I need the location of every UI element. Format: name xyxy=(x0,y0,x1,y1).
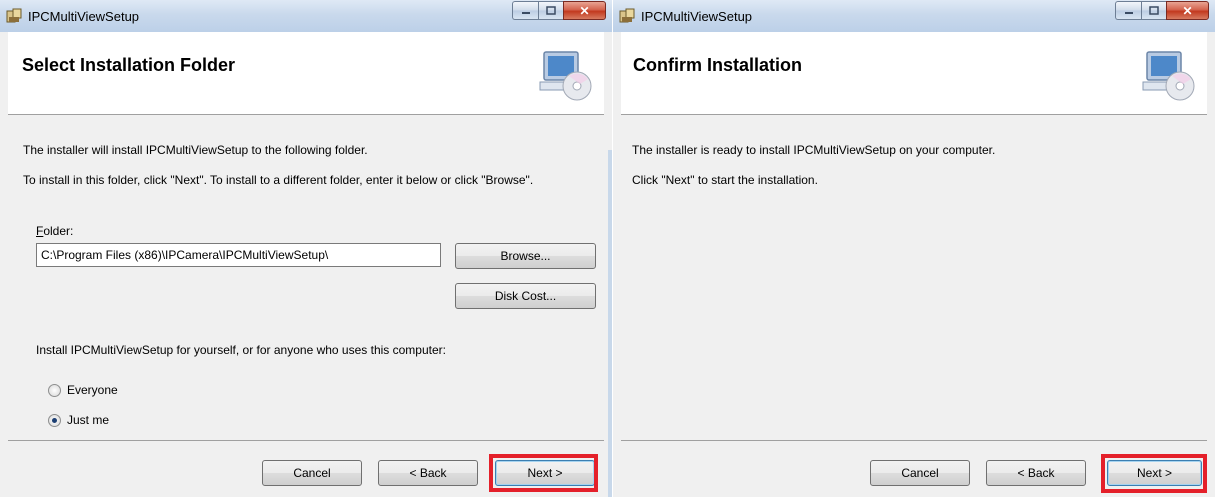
cancel-button[interactable]: Cancel xyxy=(870,460,970,486)
radio-label: Just me xyxy=(67,413,110,427)
maximize-button[interactable] xyxy=(538,1,563,20)
title-bar[interactable]: IPCMultiViewSetup ✕ xyxy=(0,0,612,32)
close-icon: ✕ xyxy=(1182,3,1193,18)
maximize-button[interactable] xyxy=(1141,1,1166,20)
close-icon: ✕ xyxy=(579,3,590,18)
next-button[interactable]: Next > xyxy=(495,460,595,486)
maximize-icon xyxy=(546,6,556,15)
radio-button-selected[interactable] xyxy=(48,413,61,427)
close-button[interactable]: ✕ xyxy=(563,1,606,20)
radio-just-me[interactable]: Just me xyxy=(48,413,109,427)
ready-description: The installer is ready to install IPCMul… xyxy=(632,143,996,157)
caption-buttons: ✕ xyxy=(512,1,606,20)
installer-icon xyxy=(619,8,635,23)
folder-label: Folder: xyxy=(36,224,74,238)
ready-instructions: Click "Next" to start the installation. xyxy=(632,173,818,187)
window-edge xyxy=(608,150,612,497)
radio-label: Everyone xyxy=(67,383,118,397)
caption-buttons: ✕ xyxy=(1115,1,1209,20)
title-bar[interactable]: IPCMultiViewSetup ✕ xyxy=(613,0,1215,32)
install-scope-prompt: Install IPCMultiViewSetup for yourself, … xyxy=(36,343,446,357)
install-description: The installer will install IPCMultiViewS… xyxy=(23,143,368,157)
minimize-button[interactable] xyxy=(512,1,538,20)
maximize-icon xyxy=(1149,6,1159,15)
footer-divider xyxy=(621,440,1207,441)
installer-window-confirm: IPCMultiViewSetup ✕ Confirm Installation… xyxy=(613,0,1215,497)
computer-cd-icon xyxy=(1142,51,1195,101)
window-title: IPCMultiViewSetup xyxy=(641,9,753,24)
page-title: Confirm Installation xyxy=(633,55,803,75)
window-title: IPCMultiViewSetup xyxy=(28,9,140,24)
disk-cost-button[interactable]: Disk Cost... xyxy=(455,283,596,309)
minimize-icon xyxy=(1124,11,1133,14)
footer-divider xyxy=(8,440,604,441)
install-instructions: To install in this folder, click "Next".… xyxy=(23,173,534,187)
cancel-button[interactable]: Cancel xyxy=(262,460,362,486)
header-banner: Confirm Installation xyxy=(621,32,1207,115)
radio-everyone[interactable]: Everyone xyxy=(48,383,118,397)
page-title: Select Installation Folder xyxy=(22,55,236,75)
folder-input[interactable] xyxy=(36,243,441,267)
radio-button[interactable] xyxy=(48,383,61,397)
installer-window-select-folder: IPCMultiViewSetup ✕ Select Installation … xyxy=(0,0,612,497)
header-banner: Select Installation Folder xyxy=(8,32,604,115)
browse-button[interactable]: Browse... xyxy=(455,243,596,269)
installer-icon xyxy=(6,8,22,23)
close-button[interactable]: ✕ xyxy=(1166,1,1209,20)
back-button[interactable]: < Back xyxy=(986,460,1086,486)
minimize-button[interactable] xyxy=(1115,1,1141,20)
computer-cd-icon xyxy=(539,51,592,101)
next-button[interactable]: Next > xyxy=(1107,460,1202,486)
minimize-icon xyxy=(521,11,530,14)
back-button[interactable]: < Back xyxy=(378,460,478,486)
